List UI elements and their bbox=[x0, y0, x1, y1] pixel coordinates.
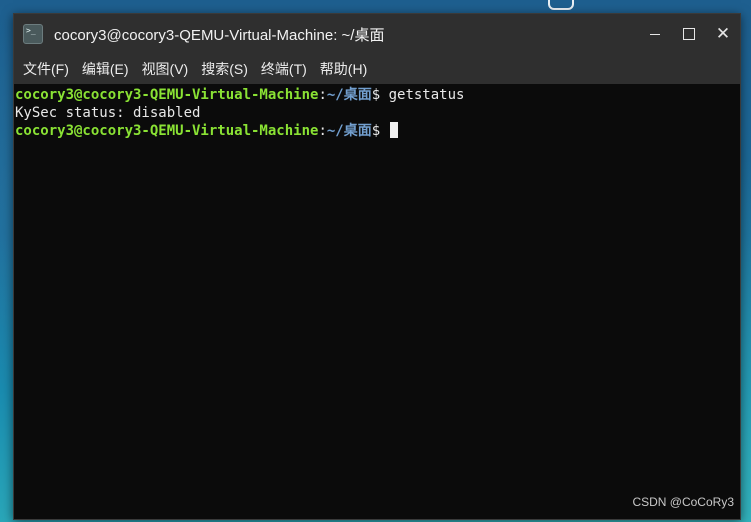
prompt-user-host: cocory3@cocory3-QEMU-Virtual-Machine bbox=[15, 123, 319, 139]
menu-bar: 文件(F) 编辑(E) 视图(V) 搜索(S) 终端(T) 帮助(H) bbox=[14, 54, 740, 84]
window-titlebar[interactable]: cocory3@cocory3-QEMU-Virtual-Machine: ~/… bbox=[14, 14, 740, 54]
menu-help[interactable]: 帮助(H) bbox=[315, 54, 372, 84]
window-controls: ✕ bbox=[638, 14, 740, 54]
prompt-path: ~/桌面 bbox=[326, 87, 372, 103]
terminal-cursor bbox=[389, 122, 398, 138]
terminal-app-icon bbox=[23, 24, 43, 44]
terminal-output-text: KySec status: disabled bbox=[15, 105, 201, 121]
prompt-user-host: cocory3@cocory3-QEMU-Virtual-Machine bbox=[15, 87, 319, 103]
prompt-separator: : bbox=[318, 123, 327, 139]
window-title: cocory3@cocory3-QEMU-Virtual-Machine: ~/… bbox=[54, 26, 385, 44]
terminal-line-prompt: cocory3@cocory3-QEMU-Virtual-Machine:~/桌… bbox=[14, 86, 740, 104]
prompt-symbol: $ bbox=[371, 87, 389, 103]
close-button[interactable]: ✕ bbox=[706, 14, 740, 54]
terminal-line-prompt: cocory3@cocory3-QEMU-Virtual-Machine:~/桌… bbox=[14, 122, 740, 140]
maximize-button[interactable] bbox=[672, 14, 706, 54]
menu-terminal[interactable]: 终端(T) bbox=[256, 54, 312, 84]
prompt-path: ~/桌面 bbox=[326, 123, 372, 139]
watermark-text: CSDN @CoCoRy3 bbox=[632, 495, 734, 509]
notification-icon[interactable] bbox=[548, 0, 574, 10]
terminal-line-output: KySec status: disabled bbox=[14, 104, 740, 122]
terminal-window[interactable]: cocory3@cocory3-QEMU-Virtual-Machine: ~/… bbox=[13, 13, 741, 520]
prompt-symbol: $ bbox=[371, 123, 389, 139]
menu-view[interactable]: 视图(V) bbox=[137, 54, 194, 84]
terminal-command: getstatus bbox=[388, 87, 465, 103]
menu-edit[interactable]: 编辑(E) bbox=[77, 54, 134, 84]
prompt-separator: : bbox=[318, 87, 327, 103]
menu-search[interactable]: 搜索(S) bbox=[196, 54, 253, 84]
terminal-output-area[interactable]: cocory3@cocory3-QEMU-Virtual-Machine:~/桌… bbox=[14, 86, 740, 518]
minimize-button[interactable] bbox=[638, 14, 672, 54]
menu-file[interactable]: 文件(F) bbox=[18, 54, 74, 84]
